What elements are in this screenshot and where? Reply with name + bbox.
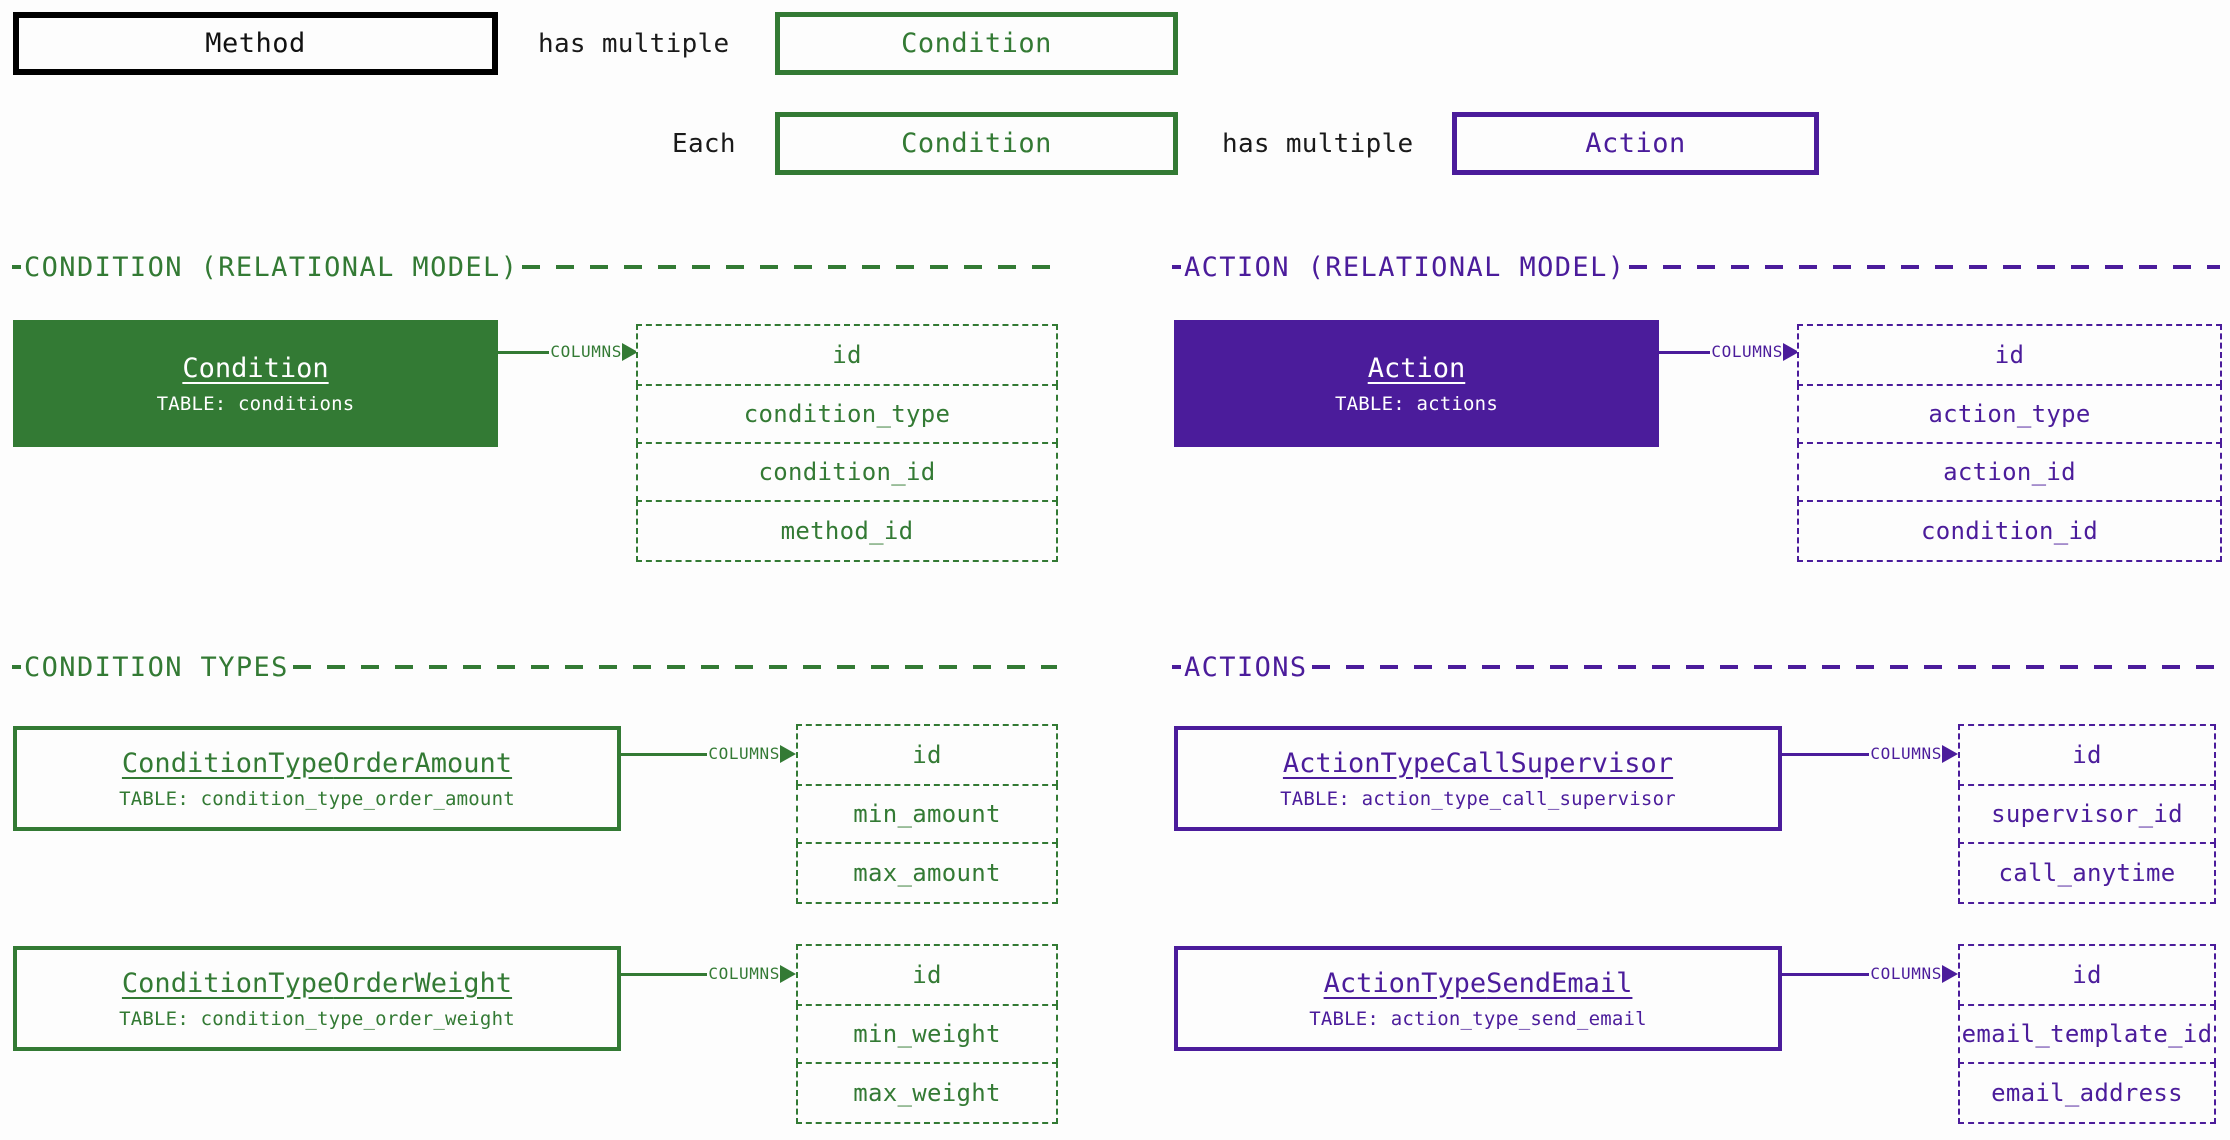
entity-action-table: TABLE: actions (1335, 393, 1498, 416)
column-cell[interactable]: id (636, 324, 1058, 386)
arrow-icon (1942, 745, 1958, 763)
entity-action-type-send-email[interactable]: ActionTypeSendEmail TABLE: action_type_s… (1174, 946, 1782, 1051)
column-cell[interactable]: min_weight (796, 1004, 1058, 1064)
section-lead-dash (1172, 265, 1181, 269)
column-cell[interactable]: call_anytime (1958, 842, 2216, 904)
connector-label: COLUMNS (1711, 342, 1783, 361)
entity-action-type-call-supervisor-table: TABLE: action_type_call_supervisor (1280, 788, 1676, 811)
arrow-icon (780, 965, 796, 983)
connector-columns-condition-type-order-weight: COLUMNS (621, 962, 796, 986)
entity-action[interactable]: Action TABLE: actions (1174, 320, 1659, 447)
connector-columns-action-type-send-email: COLUMNS (1782, 962, 1958, 986)
relationship-prefix-row2: Each (672, 128, 736, 159)
column-cell[interactable]: id (1797, 324, 2222, 386)
section-header-actions: ACTIONS (1172, 650, 2220, 684)
entity-box-condition-row1[interactable]: Condition (775, 12, 1178, 75)
entity-condition-type-order-weight-table: TABLE: condition_type_order_weight (119, 1008, 515, 1031)
column-cell[interactable]: id (796, 724, 1058, 786)
entity-box-condition-row2-label: Condition (901, 128, 1052, 159)
section-dashed-rule (292, 665, 1057, 669)
column-cell[interactable]: action_type (1797, 384, 2222, 444)
column-stack-action-type-call-supervisor: id supervisor_id call_anytime (1958, 724, 2216, 904)
connector-label: COLUMNS (1870, 964, 1942, 983)
column-cell[interactable]: email_address (1958, 1062, 2216, 1124)
section-dashed-rule (522, 265, 1057, 269)
entity-condition-name: Condition (182, 352, 329, 384)
connector-columns-condition-type-order-amount: COLUMNS (621, 742, 796, 766)
entity-action-type-send-email-table: TABLE: action_type_send_email (1309, 1008, 1647, 1031)
connector-columns-condition: COLUMNS (498, 340, 638, 364)
entity-condition-type-order-weight-name: ConditionTypeOrderWeight (121, 967, 513, 999)
entity-action-type-send-email-name: ActionTypeSendEmail (1323, 967, 1633, 999)
entity-action-name: Action (1367, 352, 1466, 384)
entity-condition-type-order-amount-table: TABLE: condition_type_order_amount (119, 788, 515, 811)
entity-action-type-call-supervisor-name: ActionTypeCallSupervisor (1282, 747, 1674, 779)
connector-label: COLUMNS (550, 342, 622, 361)
section-lead-dash (1172, 665, 1181, 669)
column-cell[interactable]: id (796, 944, 1058, 1006)
section-header-condition-relational-model: CONDITION (RELATIONAL MODEL) (12, 250, 1057, 284)
entity-condition-table: TABLE: conditions (156, 393, 355, 416)
section-title: CONDITION (RELATIONAL MODEL) (24, 251, 519, 283)
relationship-label-row1: has multiple (538, 28, 730, 59)
entity-condition[interactable]: Condition TABLE: conditions (13, 320, 498, 447)
section-lead-dash (12, 265, 21, 269)
section-dashed-rule (1629, 265, 2220, 269)
section-lead-dash (12, 665, 21, 669)
section-header-condition-types: CONDITION TYPES (12, 650, 1057, 684)
connector-line (498, 350, 550, 354)
column-cell[interactable]: max_amount (796, 842, 1058, 904)
column-cell[interactable]: max_weight (796, 1062, 1058, 1124)
entity-box-action-row2-label: Action (1585, 128, 1686, 159)
column-cell[interactable]: method_id (636, 500, 1058, 562)
column-cell[interactable]: action_id (1797, 442, 2222, 502)
column-cell[interactable]: min_amount (796, 784, 1058, 844)
column-stack-condition: id condition_type condition_id method_id (636, 324, 1058, 562)
column-cell[interactable]: email_template_id (1958, 1004, 2216, 1064)
entity-box-method-label: Method (205, 28, 306, 59)
connector-line (1782, 752, 1870, 756)
entity-condition-type-order-amount-name: ConditionTypeOrderAmount (121, 747, 513, 779)
section-header-action-relational-model: ACTION (RELATIONAL MODEL) (1172, 250, 2220, 284)
entity-action-type-call-supervisor[interactable]: ActionTypeCallSupervisor TABLE: action_t… (1174, 726, 1782, 831)
column-cell[interactable]: id (1958, 724, 2216, 786)
column-cell[interactable]: id (1958, 944, 2216, 1006)
column-stack-condition-type-order-weight: id min_weight max_weight (796, 944, 1058, 1124)
connector-columns-action: COLUMNS (1659, 340, 1799, 364)
arrow-icon (780, 745, 796, 763)
section-title: CONDITION TYPES (24, 651, 289, 683)
column-stack-action-type-send-email: id email_template_id email_address (1958, 944, 2216, 1124)
connector-line (1782, 972, 1870, 976)
column-cell[interactable]: condition_id (1797, 500, 2222, 562)
connector-line (621, 972, 708, 976)
column-cell[interactable]: condition_id (636, 442, 1058, 502)
entity-condition-type-order-amount[interactable]: ConditionTypeOrderAmount TABLE: conditio… (13, 726, 621, 831)
entity-box-condition-row1-label: Condition (901, 28, 1052, 59)
entity-condition-type-order-weight[interactable]: ConditionTypeOrderWeight TABLE: conditio… (13, 946, 621, 1051)
relationship-label-row2: has multiple (1222, 128, 1414, 159)
connector-label: COLUMNS (708, 744, 780, 763)
connector-columns-action-type-call-supervisor: COLUMNS (1782, 742, 1958, 766)
column-cell[interactable]: supervisor_id (1958, 784, 2216, 844)
entity-box-action-row2[interactable]: Action (1452, 112, 1819, 175)
section-title: ACTION (RELATIONAL MODEL) (1184, 251, 1626, 283)
entity-box-method[interactable]: Method (13, 12, 498, 75)
entity-box-condition-row2[interactable]: Condition (775, 112, 1178, 175)
column-cell[interactable]: condition_type (636, 384, 1058, 444)
connector-line (1659, 350, 1711, 354)
connector-label: COLUMNS (708, 964, 780, 983)
section-title: ACTIONS (1184, 651, 1308, 683)
column-stack-condition-type-order-amount: id min_amount max_amount (796, 724, 1058, 904)
connector-label: COLUMNS (1870, 744, 1942, 763)
section-dashed-rule (1311, 665, 2220, 669)
arrow-icon (1942, 965, 1958, 983)
column-stack-action: id action_type action_id condition_id (1797, 324, 2222, 562)
diagram-canvas: Method has multiple Condition Each Condi… (0, 0, 2230, 1140)
connector-line (621, 752, 708, 756)
